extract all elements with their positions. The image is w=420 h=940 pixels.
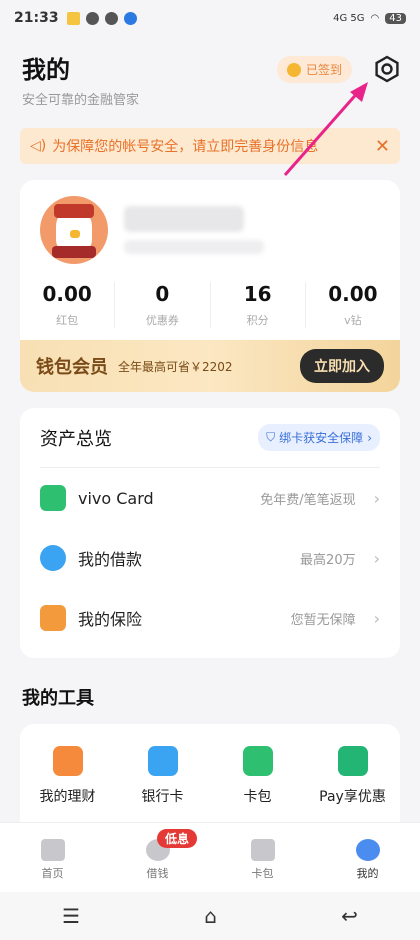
asset-row-insurance[interactable]: 我的保险 您暂无保障 ›: [40, 588, 380, 648]
signin-label: 已签到: [305, 63, 342, 77]
status-bar: 21:33 4G 5G ◠ 43: [0, 0, 420, 36]
vip-join-button[interactable]: 立即加入: [300, 349, 384, 383]
stat-points[interactable]: 16 积分: [211, 282, 306, 328]
page-header: 我的 安全可靠的金融管家 已签到: [0, 36, 420, 128]
username-blurred: [124, 206, 244, 232]
wallet-icon: [242, 746, 273, 776]
vip-name: 钱包会员: [36, 357, 108, 378]
stat-coupon[interactable]: 0 优惠券: [115, 282, 211, 328]
assets-card: 资产总览 ⛉ 绑卡获安全保障 › vivo Card 免年费/笔笔返现 › 我的…: [20, 408, 400, 658]
chevron-right-icon: ›: [373, 608, 380, 628]
mine-icon: [355, 839, 380, 861]
tool-wealth[interactable]: 我的理财: [20, 746, 115, 834]
shield-icon: ⛉: [266, 430, 276, 444]
low-interest-badge: 低息: [157, 829, 198, 848]
wifi-icon: ◠: [370, 12, 380, 24]
stats-row: 0.00 红包 0 优惠券 16 积分 0.00 v钻: [20, 264, 400, 340]
close-icon[interactable]: ✕: [375, 136, 390, 157]
bottom-tab-bar: 首页 借钱 低息 卡包 我的: [0, 822, 420, 892]
app-notification-icon: [66, 11, 80, 25]
coin-icon: [286, 62, 301, 77]
message-icon: [85, 11, 99, 25]
tool-card-wallet[interactable]: 卡包: [210, 746, 305, 834]
home-nav-icon[interactable]: ⌂: [204, 904, 217, 928]
stat-vdiamond[interactable]: 0.00 v钻: [306, 282, 400, 328]
account-blurred: [124, 240, 264, 254]
network-indicator: 4G 5G: [333, 12, 365, 24]
pay-icon: [337, 746, 368, 776]
tab-mine[interactable]: 我的: [315, 823, 420, 892]
tools-title: 我的工具: [22, 688, 94, 709]
system-nav-bar: ☰ ⌂ ↩: [0, 892, 420, 940]
bind-card-button[interactable]: ⛉ 绑卡获安全保障 ›: [258, 424, 380, 451]
stat-hongbao[interactable]: 0.00 红包: [20, 282, 116, 328]
speaker-icon: ◁): [30, 138, 47, 154]
wealth-icon: [52, 746, 83, 776]
tab-home[interactable]: 首页: [0, 823, 105, 892]
tool-pay-offers[interactable]: Pay享优惠: [305, 746, 400, 834]
tab-card-wallet[interactable]: 卡包: [210, 823, 315, 892]
back-icon[interactable]: ↩: [341, 904, 358, 928]
chevron-right-icon: ›: [373, 488, 380, 508]
menu-icon[interactable]: ☰: [62, 904, 80, 928]
page-subtitle: 安全可靠的金融管家: [22, 93, 140, 108]
loan-icon: [40, 545, 66, 571]
asset-row-loan[interactable]: 我的借款 最高20万 ›: [40, 528, 380, 588]
asset-row-vivo-card[interactable]: vivo Card 免年费/笔笔返现 ›: [40, 468, 380, 528]
settings-gear-icon[interactable]: [372, 54, 402, 84]
profile-card: 0.00 红包 0 优惠券 16 积分 0.00 v钻 钱包会员 全年最高可省￥…: [20, 180, 400, 392]
compass-icon: [104, 11, 118, 25]
tools-grid: 我的理财 银行卡 卡包 Pay享优惠: [20, 724, 400, 834]
signin-button[interactable]: 已签到: [276, 56, 352, 83]
status-time: 21:33: [14, 10, 59, 26]
home-icon: [40, 839, 65, 861]
tool-bank-card[interactable]: 银行卡: [115, 746, 210, 834]
card-icon: [40, 485, 66, 511]
security-notice[interactable]: ◁) 为保障您的帐号安全，请立即完善身份信息 ✕: [20, 128, 400, 164]
vip-desc: 全年最高可省￥2202: [118, 359, 233, 374]
insurance-shield-icon: [40, 605, 66, 631]
bank-card-icon: [147, 746, 178, 776]
card-wallet-icon: [250, 839, 275, 861]
vip-banner[interactable]: 钱包会员 全年最高可省￥2202 立即加入: [20, 340, 400, 392]
profile-row[interactable]: [20, 180, 400, 264]
tab-borrow[interactable]: 借钱 低息: [105, 823, 210, 892]
chevron-right-icon: ›: [373, 548, 380, 568]
cloud-icon: [123, 11, 137, 25]
chevron-right-icon: ›: [367, 430, 372, 445]
notice-text: 为保障您的帐号安全，请立即完善身份信息: [52, 139, 319, 155]
assets-title: 资产总览: [40, 428, 112, 450]
battery-indicator: 43: [385, 12, 406, 24]
avatar[interactable]: [40, 196, 108, 264]
